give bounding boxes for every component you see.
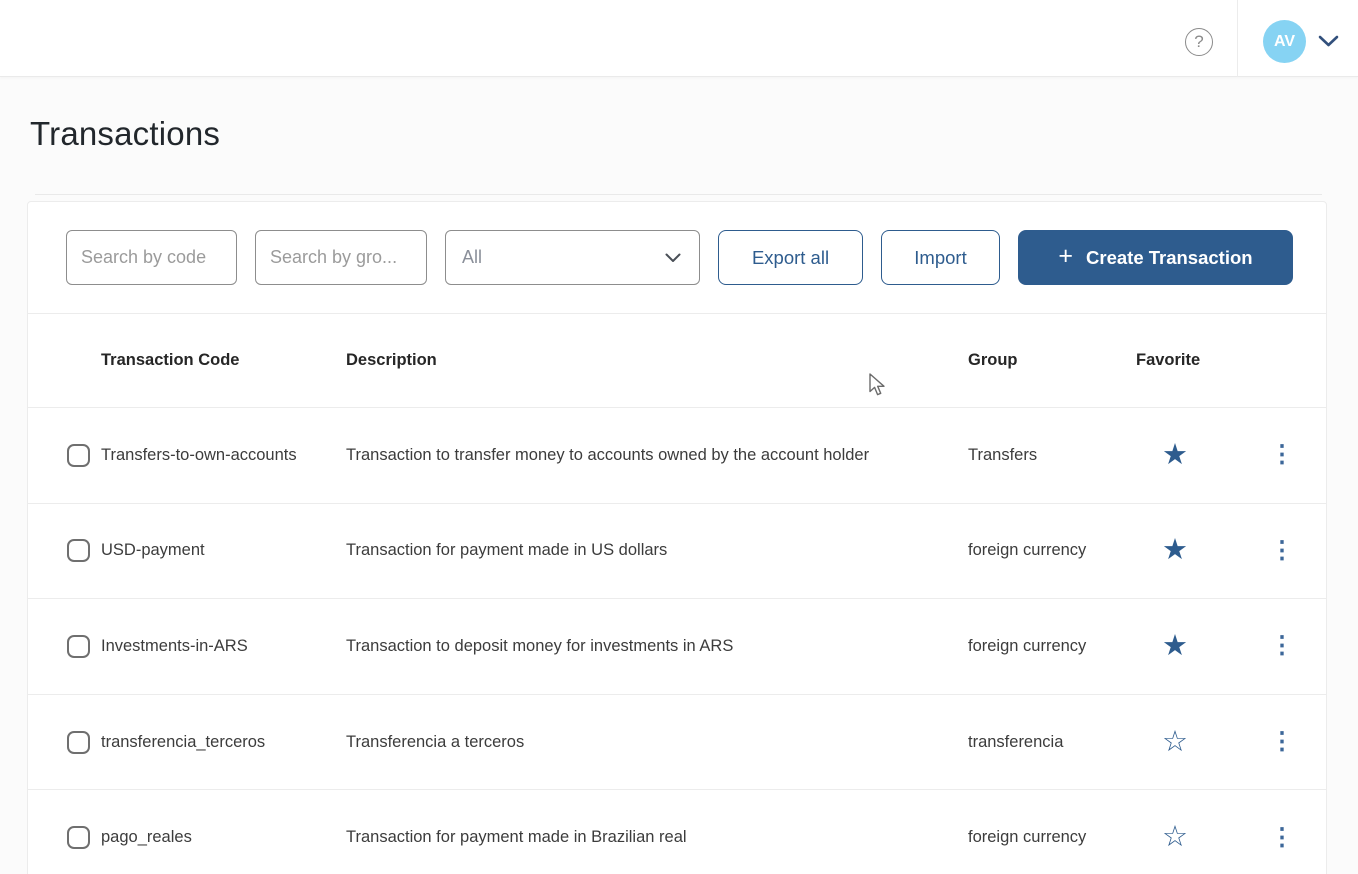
group-cell: Transfers <box>968 446 1136 465</box>
table-row: Transfers-to-own-accounts Transaction to… <box>28 408 1326 504</box>
header-transaction-code: Transaction Code <box>101 351 346 370</box>
checkbox-cell <box>28 444 101 467</box>
import-button[interactable]: Import <box>881 230 1000 285</box>
search-group-input[interactable] <box>255 230 427 285</box>
favorite-cell: ★ <box>1136 536 1244 565</box>
favorite-cell: ★ <box>1136 441 1244 470</box>
group-filter-value: All <box>462 247 482 268</box>
group-cell: transferencia <box>968 733 1136 752</box>
header-description: Description <box>346 351 968 370</box>
checkbox-cell <box>28 539 101 562</box>
avatar[interactable]: AV <box>1263 20 1306 63</box>
row-checkbox[interactable] <box>67 444 90 467</box>
create-transaction-button[interactable]: + Create Transaction <box>1018 230 1293 285</box>
favorite-star-icon[interactable]: ★ <box>1162 536 1188 565</box>
header-group: Group <box>968 351 1136 370</box>
row-checkbox[interactable] <box>67 826 90 849</box>
create-transaction-label: Create Transaction <box>1086 247 1253 269</box>
actions-cell: ⋮ <box>1244 728 1326 756</box>
favorite-cell: ☆ <box>1136 728 1244 757</box>
favorite-star-icon[interactable]: ★ <box>1162 441 1188 470</box>
toolbar: All Export all Import + Create Transacti… <box>28 202 1326 314</box>
checkbox-cell <box>28 635 101 658</box>
top-bar: ? AV <box>0 0 1358 77</box>
transaction-code-cell: pago_reales <box>101 828 346 847</box>
group-cell: foreign currency <box>968 541 1136 560</box>
favorite-star-icon[interactable]: ☆ <box>1162 823 1188 852</box>
group-cell: foreign currency <box>968 637 1136 656</box>
transactions-card: All Export all Import + Create Transacti… <box>27 201 1327 874</box>
actions-cell: ⋮ <box>1244 537 1326 565</box>
favorite-star-icon[interactable]: ★ <box>1162 632 1188 661</box>
kebab-menu-icon[interactable]: ⋮ <box>1264 632 1300 660</box>
help-icon[interactable]: ? <box>1185 28 1213 56</box>
section-divider <box>35 194 1322 195</box>
transaction-code-cell: Investments-in-ARS <box>101 637 346 656</box>
checkbox-cell <box>28 731 101 754</box>
plus-icon: + <box>1058 242 1073 271</box>
favorite-cell: ★ <box>1136 632 1244 661</box>
kebab-menu-icon[interactable]: ⋮ <box>1264 441 1300 469</box>
actions-cell: ⋮ <box>1244 441 1326 469</box>
topbar-divider <box>1237 0 1238 77</box>
transaction-code-cell: USD-payment <box>101 541 346 560</box>
page-title: Transactions <box>30 115 220 153</box>
actions-cell: ⋮ <box>1244 824 1326 852</box>
group-filter-select[interactable]: All <box>445 230 700 285</box>
checkbox-cell <box>28 826 101 849</box>
table-row: USD-payment Transaction for payment made… <box>28 504 1326 600</box>
select-chevron-down-icon <box>665 247 681 268</box>
user-menu-chevron-icon[interactable] <box>1318 35 1339 53</box>
kebab-menu-icon[interactable]: ⋮ <box>1264 824 1300 852</box>
description-cell: Transaction for payment made in Brazilia… <box>346 828 968 847</box>
actions-cell: ⋮ <box>1244 632 1326 660</box>
row-checkbox[interactable] <box>67 635 90 658</box>
row-checkbox[interactable] <box>67 731 90 754</box>
description-cell: Transaction to transfer money to account… <box>346 446 968 465</box>
description-cell: Transaction to deposit money for investm… <box>346 637 968 656</box>
transaction-code-cell: Transfers-to-own-accounts <box>101 446 346 465</box>
avatar-initials: AV <box>1274 33 1295 51</box>
row-checkbox[interactable] <box>67 539 90 562</box>
kebab-menu-icon[interactable]: ⋮ <box>1264 728 1300 756</box>
export-all-button[interactable]: Export all <box>718 230 863 285</box>
transaction-code-cell: transferencia_terceros <box>101 733 346 752</box>
table-row: transferencia_terceros Transferencia a t… <box>28 695 1326 791</box>
header-favorite: Favorite <box>1136 351 1244 370</box>
favorite-star-icon[interactable]: ☆ <box>1162 728 1188 757</box>
table-header-row: Transaction Code Description Group Favor… <box>28 314 1326 408</box>
group-cell: foreign currency <box>968 828 1136 847</box>
table-row: pago_reales Transaction for payment made… <box>28 790 1326 874</box>
help-icon-glyph: ? <box>1194 32 1203 52</box>
table-body: Transfers-to-own-accounts Transaction to… <box>28 408 1326 874</box>
description-cell: Transferencia a terceros <box>346 733 968 752</box>
favorite-cell: ☆ <box>1136 823 1244 852</box>
search-code-input[interactable] <box>66 230 237 285</box>
description-cell: Transaction for payment made in US dolla… <box>346 541 968 560</box>
table-row: Investments-in-ARS Transaction to deposi… <box>28 599 1326 695</box>
kebab-menu-icon[interactable]: ⋮ <box>1264 537 1300 565</box>
